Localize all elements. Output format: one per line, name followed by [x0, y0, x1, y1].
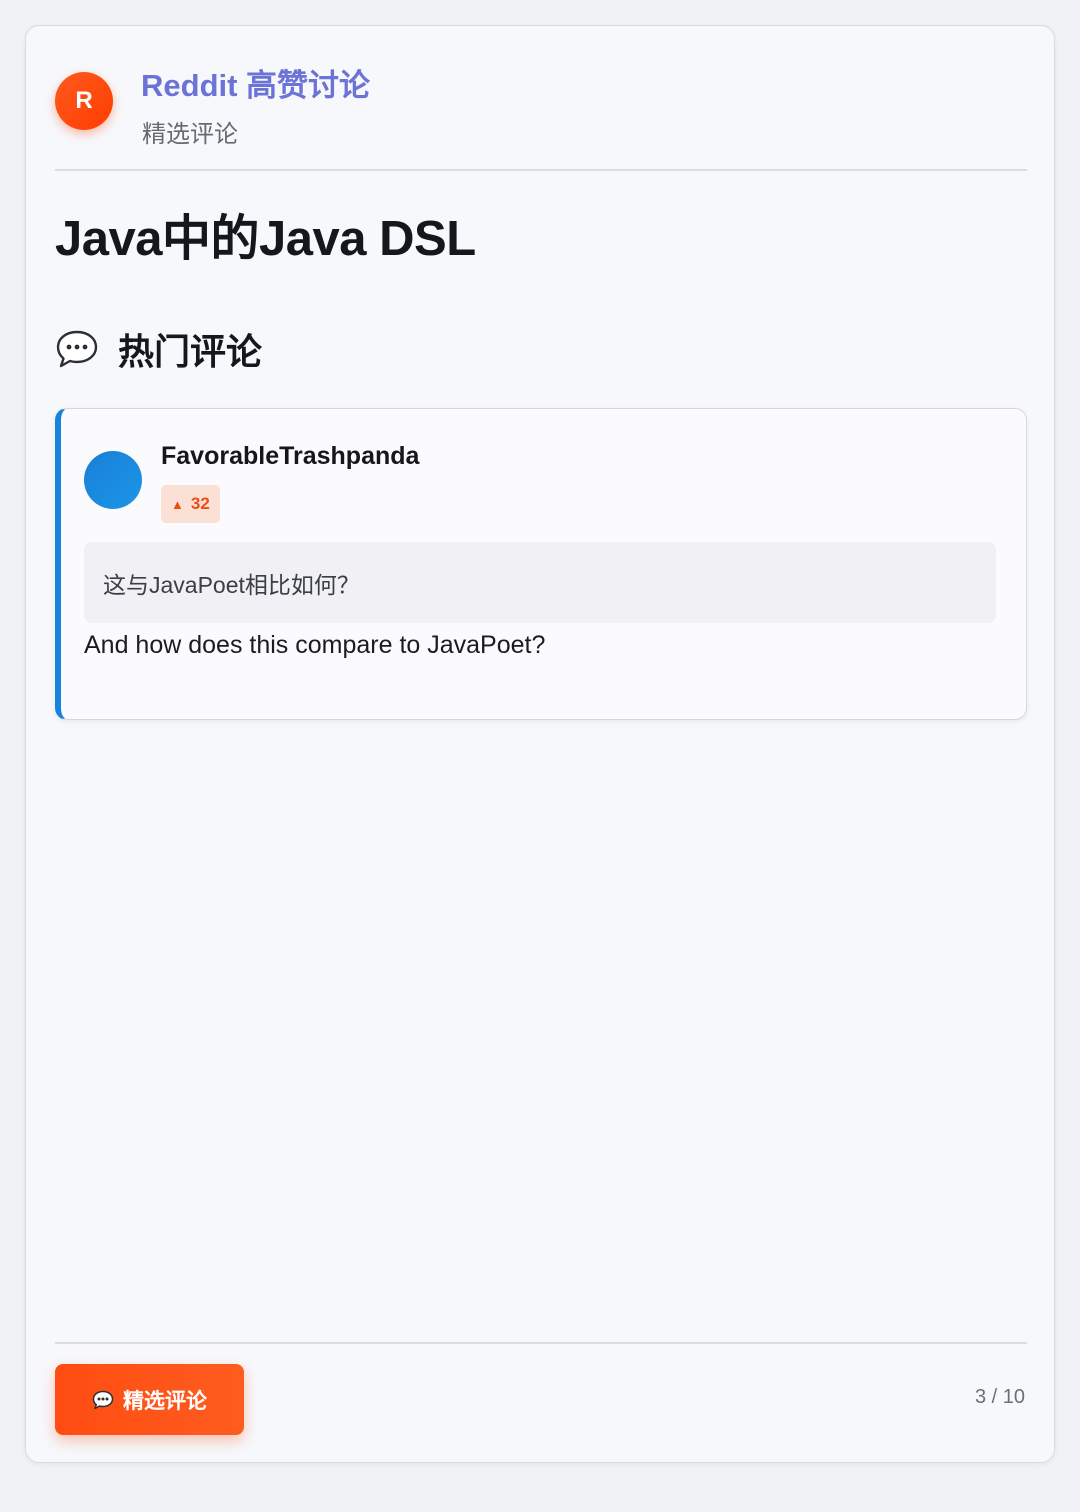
slide-card: R Reddit 高赞讨论 精选评论 Java中的Java DSL 热门评论 F… — [25, 25, 1055, 1463]
upvote-badge: ▲ 32 — [161, 485, 220, 523]
brand-title: Reddit 高赞讨论 — [141, 68, 371, 103]
logo-letter: R — [75, 87, 93, 114]
comment-author[interactable]: FavorableTrashpanda — [161, 442, 419, 471]
footer-divider — [55, 1342, 1027, 1344]
comment-translation: 这与JavaPoet相比如何？ — [84, 542, 996, 623]
section-heading: 热门评论 — [55, 326, 262, 372]
comment-original-text: And how does this compare to JavaPoet? — [84, 631, 546, 659]
brand-subtitle: 精选评论 — [142, 121, 238, 148]
avatar — [84, 451, 142, 509]
featured-comments-button[interactable]: 精选评论 — [55, 1364, 244, 1435]
reddit-logo: R — [55, 72, 113, 130]
comment-translation-text: 这与JavaPoet相比如何？ — [103, 571, 360, 598]
post-title: Java中的Java DSL — [55, 212, 476, 266]
speech-bubble-icon — [56, 330, 98, 368]
upvote-count: 32 — [190, 494, 210, 513]
upvote-arrow-icon: ▲ — [171, 496, 184, 512]
page-indicator: 3 / 10 — [974, 1386, 1025, 1408]
section-title: 热门评论 — [118, 331, 263, 372]
featured-comments-button-label: 精选评论 — [123, 1389, 207, 1413]
comment-card: FavorableTrashpanda ▲ 32 这与JavaPoet相比如何？… — [55, 408, 1027, 720]
speech-bubble-icon — [92, 1390, 114, 1409]
header: R Reddit 高赞讨论 精选评论 — [55, 54, 1027, 171]
